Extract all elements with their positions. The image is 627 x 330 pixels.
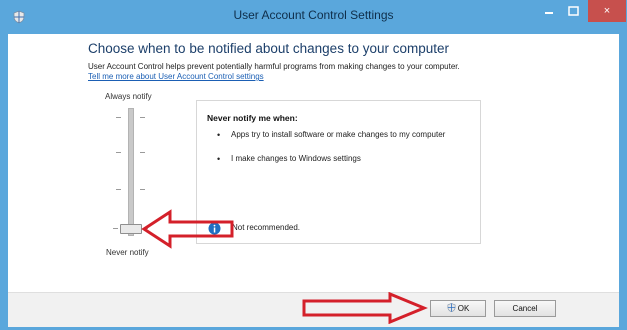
slider-tick (113, 228, 118, 229)
close-icon: × (603, 5, 611, 17)
warning-text: Not recommended. (232, 223, 301, 232)
window-title: User Account Control Settings (233, 8, 394, 22)
description-text: User Account Control helps prevent poten… (88, 62, 460, 71)
cancel-button[interactable]: Cancel (494, 300, 556, 317)
learn-more-link[interactable]: Tell me more about User Account Control … (88, 72, 264, 81)
page-heading: Choose when to be notified about changes… (88, 41, 449, 56)
annotation-arrow-right (302, 292, 428, 324)
slider-top-label: Always notify (105, 92, 152, 101)
list-item: • I make changes to Windows settings (217, 154, 361, 164)
slider-tick (140, 152, 145, 153)
slider-tick (140, 189, 145, 190)
slider-tick (116, 152, 121, 153)
slider-tick (140, 117, 145, 118)
ok-button[interactable]: OK (430, 300, 486, 317)
shield-icon (447, 303, 456, 312)
close-button[interactable]: × (588, 0, 626, 22)
maximize-button[interactable] (562, 0, 586, 24)
title-bar: User Account Control Settings × (0, 0, 627, 34)
panel-title: Never notify me when: (207, 113, 298, 123)
list-item: • Apps try to install software or make c… (217, 130, 446, 140)
bullet-icon: • (217, 130, 221, 140)
slider-tick (116, 117, 121, 118)
bullet-icon: • (217, 154, 221, 164)
slider-tick (116, 189, 121, 190)
notification-slider-track[interactable] (128, 108, 134, 236)
minimize-icon (545, 12, 553, 14)
minimize-button[interactable] (538, 0, 560, 24)
slider-thumb[interactable] (120, 224, 142, 234)
maximize-icon (568, 6, 579, 16)
annotation-arrow-left (141, 209, 234, 249)
